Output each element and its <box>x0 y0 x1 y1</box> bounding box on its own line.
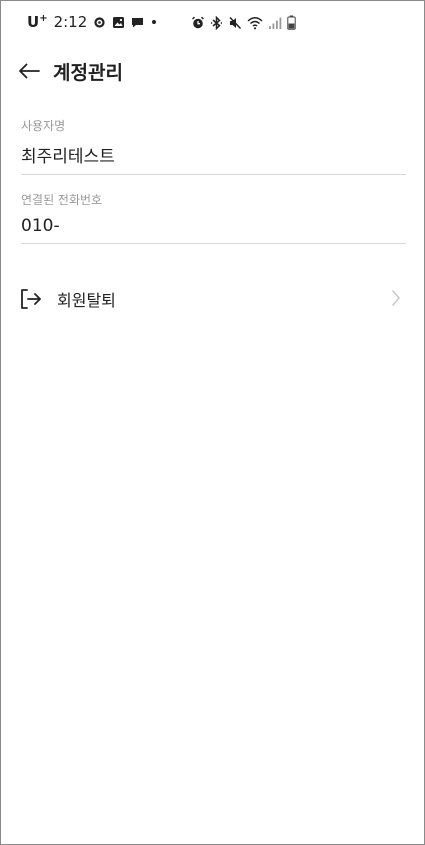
carrier-plus: + <box>39 13 48 24</box>
clock: 2:12 <box>53 13 88 31</box>
wifi-icon <box>247 16 263 30</box>
status-bar: U+ 2:12 <box>1 13 424 39</box>
username-label: 사용자명 <box>21 119 66 133</box>
status-left: U+ 2:12 <box>27 13 158 31</box>
screen: U+ 2:12 계정관리 사용자명 최주리테스트 연결된 전화번호 010- 회… <box>0 0 425 845</box>
alarm-icon <box>191 16 205 30</box>
message-icon <box>131 16 144 29</box>
gallery-icon <box>112 16 125 29</box>
dot-icon <box>150 18 158 26</box>
username-value: 최주리테스트 <box>21 147 115 167</box>
mute-icon <box>228 16 242 30</box>
arrow-left-icon <box>18 63 40 79</box>
settings-icon <box>93 16 106 29</box>
phone-field: 연결된 전화번호 010- <box>21 191 406 244</box>
logout-icon <box>19 288 43 310</box>
chevron-right-icon <box>391 289 401 311</box>
divider <box>21 174 406 175</box>
bluetooth-icon <box>210 15 223 30</box>
withdraw-label: 회원탈퇴 <box>57 291 116 310</box>
withdraw-button[interactable]: 회원탈퇴 <box>19 283 407 315</box>
signal-icon <box>268 16 282 30</box>
battery-icon <box>287 15 296 30</box>
app-header: 계정관리 <box>1 53 424 89</box>
phone-value: 010- <box>21 216 60 236</box>
back-button[interactable] <box>15 57 43 85</box>
carrier-label: U+ <box>27 13 48 31</box>
status-right <box>191 15 296 30</box>
phone-label: 연결된 전화번호 <box>21 193 103 207</box>
page-title: 계정관리 <box>53 62 123 84</box>
username-field: 사용자명 최주리테스트 <box>21 117 406 175</box>
divider <box>21 243 406 244</box>
carrier-name: U <box>27 13 40 31</box>
